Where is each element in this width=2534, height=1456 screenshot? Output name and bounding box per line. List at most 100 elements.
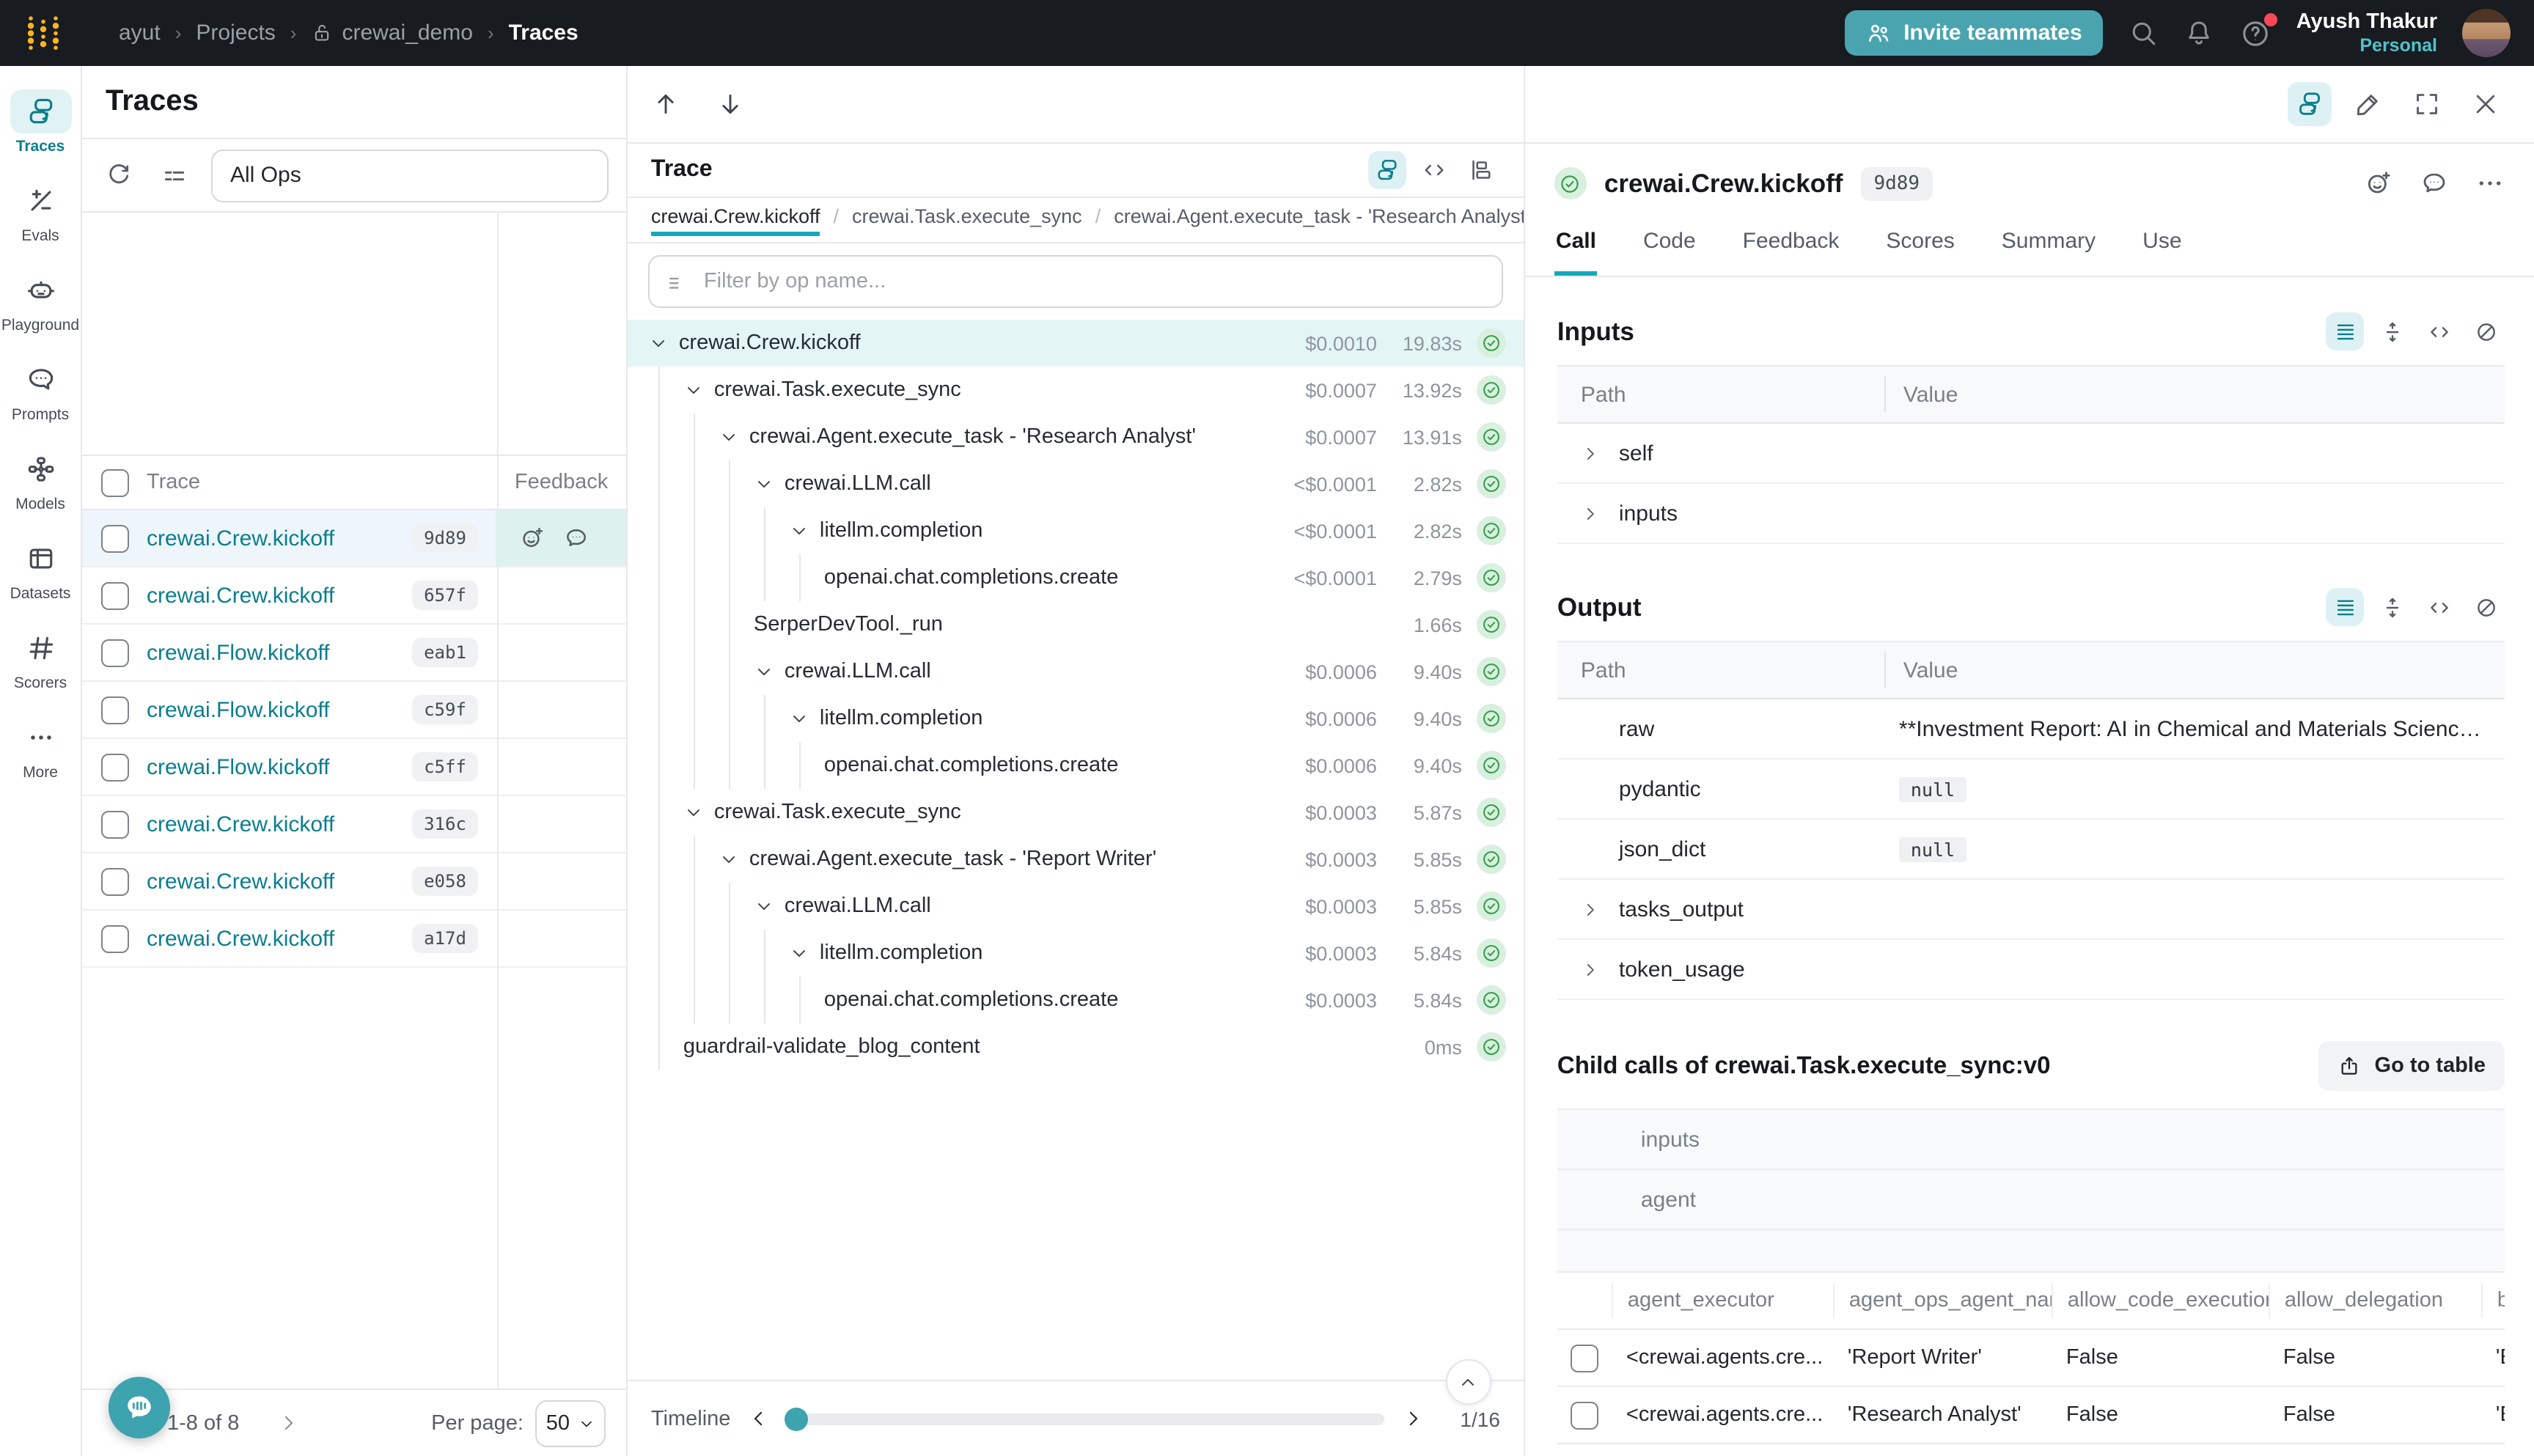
sidebar-item-more[interactable]: More <box>0 704 81 793</box>
inputs-row-inputs[interactable]: inputs <box>1557 484 2505 544</box>
chevron-down-icon[interactable] <box>719 427 742 447</box>
sidebar-item-evals[interactable]: Evals <box>0 167 81 257</box>
trace-tree-row[interactable]: crewai.Agent.execute_task - 'Research An… <box>628 413 1524 460</box>
chevron-down-icon[interactable] <box>754 474 777 494</box>
trace-crumb-tab[interactable]: crewai.Task.execute_sync <box>852 198 1082 227</box>
row-checkbox[interactable] <box>100 753 128 781</box>
fullscreen-icon[interactable] <box>2405 82 2449 126</box>
trace-tree-row[interactable]: litellm.completion <$0.0001 2.82s <box>628 507 1524 554</box>
trace-tree-row[interactable]: openai.chat.completions.create <$0.0001 … <box>628 554 1524 601</box>
tab-summary[interactable]: Summary <box>2000 223 2097 276</box>
timeline-slider-thumb[interactable] <box>785 1407 808 1430</box>
code-view-icon[interactable] <box>2420 588 2458 626</box>
row-checkbox[interactable] <box>100 639 128 666</box>
arrow-down-icon[interactable] <box>716 89 745 119</box>
trace-crumb-tab[interactable]: crewai.Agent.execute_task - 'Research An… <box>1114 198 1524 227</box>
feedback-column-header[interactable]: Feedback <box>496 471 626 494</box>
hide-icon[interactable] <box>2467 588 2505 626</box>
trace-tree-row[interactable]: SerperDevTool._run 1.66s <box>628 601 1524 648</box>
table-row[interactable]: crewai.Crew.kickoff e058 <box>82 853 626 911</box>
sidebar-item-prompts[interactable]: Prompts <box>0 346 81 435</box>
chevron-right-icon[interactable] <box>1581 504 1601 523</box>
sidebar-item-playground[interactable]: Playground <box>0 257 81 346</box>
user-menu[interactable]: Ayush Thakur Personal <box>2296 10 2437 56</box>
trace-tree-row[interactable]: crewai.Task.execute_sync $0.0007 13.92s <box>628 367 1524 413</box>
trace-tree-row[interactable]: crewai.LLM.call <$0.0001 2.82s <box>628 460 1524 507</box>
col-allow-code-execution[interactable]: allow_code_execution <box>2052 1283 2269 1318</box>
tree-view-icon[interactable] <box>2288 82 2332 126</box>
hide-icon[interactable] <box>2467 312 2505 350</box>
table-row[interactable]: crewai.Crew.kickoff 9d89 <box>82 510 626 567</box>
chevron-right-icon[interactable] <box>1581 900 1601 919</box>
trace-tree-row[interactable]: crewai.LLM.call $0.0006 9.40s <box>628 648 1524 695</box>
chevron-up-icon[interactable] <box>1446 1359 1491 1405</box>
chevron-down-icon[interactable] <box>648 333 672 353</box>
trace-tree-row[interactable]: openai.chat.completions.create $0.0006 9… <box>628 742 1524 789</box>
breadcrumb-section[interactable]: Projects <box>196 21 275 45</box>
tab-feedback[interactable]: Feedback <box>1741 223 1841 276</box>
next-page-chevron-icon[interactable] <box>271 1412 304 1434</box>
chevron-down-icon[interactable] <box>789 708 812 729</box>
table-row[interactable]: crewai.Crew.kickoff 657f <box>82 567 626 625</box>
child-call-row[interactable]: <crewai.agents.cre... 'Report Writer' Fa… <box>1557 1330 2505 1387</box>
bell-icon[interactable] <box>2184 18 2214 48</box>
output-row-tasks-output[interactable]: tasks_output <box>1557 880 2505 940</box>
code-view-icon[interactable] <box>1415 151 1453 189</box>
table-row[interactable]: crewai.Crew.kickoff 316c <box>82 796 626 853</box>
breadcrumb-project[interactable]: crewai_demo <box>311 21 472 45</box>
list-view-icon[interactable] <box>2326 588 2364 626</box>
breadcrumb-entity[interactable]: ayut <box>119 21 161 45</box>
row-checkbox[interactable] <box>100 524 128 552</box>
trace-tree-row[interactable]: guardrail-validate_blog_content 0ms <box>628 1023 1524 1070</box>
refresh-icon[interactable] <box>100 156 138 194</box>
trace-tree-row[interactable]: crewai.Task.execute_sync $0.0003 5.87s <box>628 789 1524 836</box>
tab-call[interactable]: Call <box>1554 223 1598 276</box>
table-row[interactable]: crewai.Flow.kickoff eab1 <box>82 625 626 682</box>
row-checkbox[interactable] <box>1571 1344 1598 1372</box>
sidebar-item-models[interactable]: Models <box>0 435 81 525</box>
list-view-icon[interactable] <box>2326 312 2364 350</box>
timeline-next-icon[interactable] <box>1402 1408 1424 1430</box>
output-row-json-dict[interactable]: json_dict null <box>1557 820 2505 880</box>
col-agent-executor[interactable]: agent_executor <box>1612 1283 1833 1318</box>
output-row-token-usage[interactable]: token_usage <box>1557 940 2505 1000</box>
trace-tree-row[interactable]: litellm.completion $0.0006 9.40s <box>628 695 1524 742</box>
row-checkbox[interactable] <box>1571 1401 1598 1429</box>
chevron-right-icon[interactable] <box>1581 444 1601 463</box>
trace-tree-row[interactable]: litellm.completion $0.0003 5.84s <box>628 930 1524 977</box>
arrow-up-icon[interactable] <box>651 89 680 119</box>
output-row-raw[interactable]: raw **Investment Report: AI in Chemical … <box>1557 699 2505 760</box>
table-row[interactable]: crewai.Flow.kickoff c59f <box>82 682 626 739</box>
breadcrumb-page[interactable]: Traces <box>509 21 579 45</box>
columns-filter-icon[interactable] <box>155 156 194 194</box>
output-row-pydantic[interactable]: pydantic null <box>1557 760 2505 820</box>
timeline-slider[interactable] <box>787 1413 1384 1424</box>
chevron-down-icon[interactable] <box>719 849 742 869</box>
chevron-down-icon[interactable] <box>789 943 812 963</box>
chevron-down-icon[interactable] <box>683 380 707 400</box>
invite-teammates-button[interactable]: Invite teammates <box>1845 10 2102 56</box>
emoji-add-icon[interactable] <box>2364 169 2393 198</box>
inputs-row-self[interactable]: self <box>1557 424 2505 484</box>
child-call-row[interactable]: <crewai.agents.cre... 'Research Analyst'… <box>1557 1387 2505 1444</box>
tab-use[interactable]: Use <box>2141 223 2183 276</box>
table-row[interactable]: crewai.Crew.kickoff a17d <box>82 911 626 968</box>
comment-icon[interactable] <box>563 525 590 551</box>
trace-tree-row[interactable]: crewai.LLM.call $0.0003 5.85s <box>628 883 1524 930</box>
sidebar-item-datasets[interactable]: Datasets <box>0 525 81 614</box>
avatar[interactable] <box>2462 9 2511 57</box>
tab-scores[interactable]: Scores <box>1884 223 1955 276</box>
col-backstory[interactable]: b <box>2481 1283 2505 1318</box>
expand-vertical-icon[interactable] <box>2373 588 2411 626</box>
trace-tree-row[interactable]: crewai.Crew.kickoff $0.0010 19.83s <box>628 320 1524 367</box>
per-page-select[interactable]: 50 <box>535 1400 606 1446</box>
trace-tree-row[interactable]: openai.chat.completions.create $0.0003 5… <box>628 977 1524 1023</box>
help-icon[interactable] <box>2239 17 2272 49</box>
trace-tree-row[interactable]: crewai.Agent.execute_task - 'Report Writ… <box>628 836 1524 883</box>
code-view-icon[interactable] <box>2420 312 2458 350</box>
chevron-down-icon[interactable] <box>754 661 777 682</box>
row-checkbox[interactable] <box>100 696 128 724</box>
row-checkbox[interactable] <box>100 810 128 838</box>
close-icon[interactable] <box>2464 82 2508 126</box>
chevron-right-icon[interactable] <box>1581 960 1601 979</box>
